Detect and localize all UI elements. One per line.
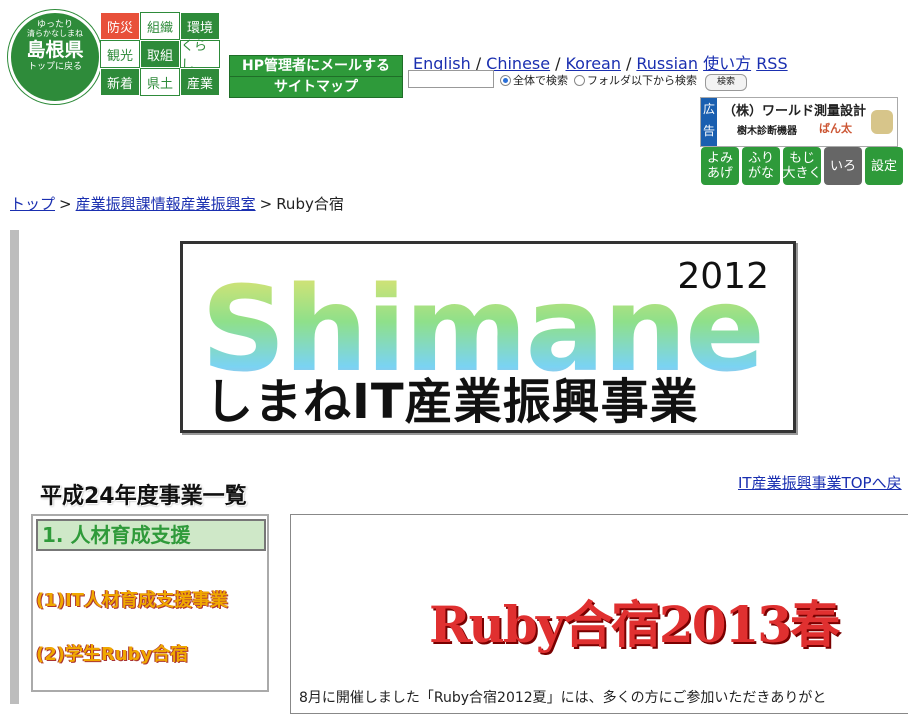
ad-tag: 広告 bbox=[701, 98, 717, 146]
side-menu: 1. 人材育成支援 (1)IT人材育成支援事業 (2)学生Ruby合宿 bbox=[31, 514, 269, 692]
radio-all-site-label: 全体で検索 bbox=[513, 74, 568, 87]
category-living[interactable]: くらし bbox=[180, 39, 220, 73]
left-rule bbox=[10, 230, 19, 704]
read-aloud-label: よみ あげ bbox=[706, 151, 733, 181]
section-title: 平成24年度事業一覧 bbox=[40, 484, 247, 509]
lang-russian-link[interactable]: Russian bbox=[636, 54, 698, 73]
read-aloud-button[interactable]: よみ あげ bbox=[701, 147, 739, 185]
furigana-button[interactable]: ふり がな bbox=[742, 147, 780, 185]
radio-folder[interactable] bbox=[574, 74, 585, 86]
breadcrumb-section[interactable]: 産業振興課情報産業振興室 bbox=[76, 195, 256, 213]
text-size-button[interactable]: もじ 大きく bbox=[782, 147, 822, 185]
logo-title: 島根県 bbox=[26, 38, 84, 61]
logo-back-to-top: トップに戻る bbox=[27, 61, 82, 72]
intro-paragraph: 8月に開催しました「Ruby合宿2012夏」には、多くの方にご参加いただきありが… bbox=[299, 690, 827, 706]
lang-chinese-link[interactable]: Chinese bbox=[486, 54, 550, 73]
category-initiatives[interactable]: 取組 bbox=[140, 40, 180, 68]
lang-korean-link[interactable]: Korean bbox=[565, 54, 621, 73]
it-top-link[interactable]: IT産業振興事業TOPへ戻 bbox=[738, 472, 902, 493]
category-grid: 防災 組織 環境 観光 取組 くらし 新着 県土 産業 bbox=[100, 12, 220, 96]
mascot-icon bbox=[871, 110, 893, 134]
settings-label: 設定 bbox=[870, 158, 897, 174]
color-label: いろ bbox=[829, 158, 856, 174]
ad-banner[interactable]: 広告 （株）ワールド測量設計 樹木診断機器 ばん太 bbox=[700, 97, 898, 147]
help-link[interactable]: 使い方 bbox=[703, 54, 751, 73]
ad-subtitle: 樹木診断機器 bbox=[737, 126, 797, 137]
category-organization[interactable]: 組織 bbox=[140, 12, 180, 40]
banner-subtitle: しまねIT産業振興事業 bbox=[205, 374, 699, 430]
shimane-banner: Shimane 2012 しまねIT産業振興事業 bbox=[180, 241, 796, 433]
category-new[interactable]: 新着 bbox=[100, 68, 140, 96]
category-industry[interactable]: 産業 bbox=[180, 68, 220, 96]
category-disaster[interactable]: 防災 bbox=[100, 12, 140, 40]
category-land[interactable]: 県土 bbox=[140, 68, 180, 96]
mail-admin-button[interactable]: HP管理者にメールする bbox=[229, 55, 403, 77]
ruby-camp-title: Ruby合宿2013春 bbox=[429, 595, 840, 654]
radio-all-site[interactable] bbox=[500, 74, 511, 86]
content-box: Ruby合宿2013春 8月に開催しました「Ruby合宿2012夏」には、多くの… bbox=[290, 514, 908, 714]
category-tourism[interactable]: 観光 bbox=[100, 40, 140, 68]
settings-button[interactable]: 設定 bbox=[865, 147, 903, 185]
menu-item-it-talent[interactable]: (1)IT人材育成支援事業 bbox=[36, 586, 228, 612]
ad-product: ばん太 bbox=[819, 122, 852, 135]
breadcrumb-current: Ruby合宿 bbox=[276, 195, 344, 213]
search-input[interactable] bbox=[408, 70, 494, 88]
text-size-label: もじ 大きく bbox=[782, 151, 822, 181]
breadcrumb-top[interactable]: トップ bbox=[10, 195, 55, 213]
furigana-label: ふり がな bbox=[747, 151, 774, 181]
radio-folder-label: フォルダ以下から検索 bbox=[587, 74, 697, 87]
menu-item-student-ruby[interactable]: (2)学生Ruby合宿 bbox=[36, 640, 188, 666]
menu-heading[interactable]: 1. 人材育成支援 bbox=[36, 519, 266, 551]
rss-link[interactable]: RSS bbox=[756, 54, 787, 73]
breadcrumb: トップ > 産業振興課情報産業振興室 > Ruby合宿 bbox=[10, 195, 344, 213]
ad-company: （株）ワールド測量設計 bbox=[723, 104, 867, 119]
search-button[interactable]: 検索 bbox=[705, 74, 747, 91]
search-scope: 全体で検索 フォルダ以下から検索 bbox=[500, 72, 697, 88]
shimane-logo[interactable]: ゆったり 清らかなしまね 島根県 トップに戻る bbox=[8, 10, 102, 104]
banner-year: 2012 bbox=[677, 256, 769, 297]
logo-line2: 清らかなしまね bbox=[27, 29, 83, 39]
sitemap-button[interactable]: サイトマップ bbox=[229, 76, 403, 98]
color-button[interactable]: いろ bbox=[824, 147, 862, 185]
